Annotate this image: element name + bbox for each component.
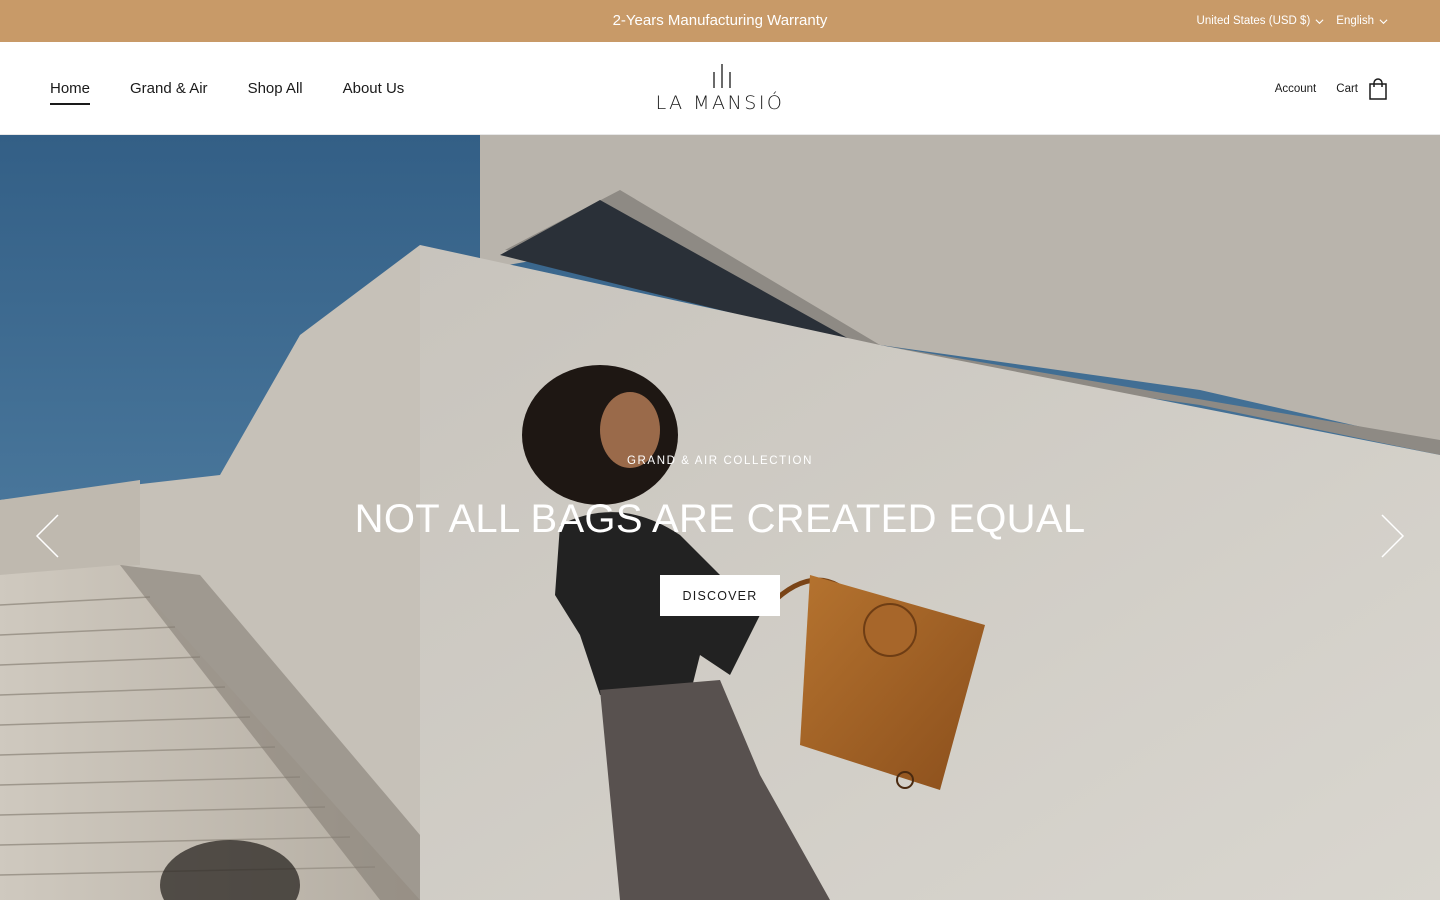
language-selector[interactable]: English	[1336, 15, 1388, 27]
cart-button[interactable]: Cart	[1336, 77, 1388, 100]
discover-button[interactable]: DISCOVER	[660, 575, 780, 616]
locale-selectors: United States (USD $) English	[1197, 0, 1388, 42]
nav-item-home[interactable]: Home	[50, 80, 91, 105]
site-header: Home Grand & Air Shop All About Us LA MA…	[0, 42, 1440, 135]
logo-mark-icon	[713, 64, 731, 88]
nav-item-grand-and-air[interactable]: Grand & Air	[130, 80, 208, 97]
site-logo[interactable]: LA MANSIÓ	[640, 62, 800, 118]
country-selector-label: United States (USD $)	[1196, 15, 1311, 27]
shopping-bag-icon	[1369, 77, 1387, 100]
announcement-bar: 2-Years Manufacturing Warranty United St…	[0, 0, 1440, 42]
hero-eyebrow: GRAND & AIR COLLECTION	[626, 455, 813, 467]
nav-item-shop-all[interactable]: Shop All	[248, 80, 303, 97]
nav-item-about-us[interactable]: About Us	[343, 80, 405, 97]
chevron-left-icon[interactable]	[34, 513, 60, 559]
chevron-right-icon[interactable]	[1380, 513, 1406, 559]
chevron-down-icon	[1379, 18, 1388, 24]
country-selector[interactable]: United States (USD $)	[1197, 15, 1325, 27]
account-link[interactable]: Account	[1275, 83, 1317, 95]
chevron-down-icon	[1315, 18, 1324, 24]
logo-wordmark: LA MANSIÓ	[655, 92, 785, 114]
cart-label: Cart	[1336, 82, 1358, 95]
language-selector-label: English	[1336, 15, 1374, 27]
hero-slideshow: GRAND & AIR COLLECTION NOT ALL BAGS ARE …	[0, 135, 1440, 900]
main-nav: Home Grand & Air Shop All About Us	[50, 42, 404, 135]
hero-title: NOT ALL BAGS ARE CREATED EQUAL	[354, 497, 1086, 541]
header-actions: Account Cart	[1275, 42, 1388, 135]
